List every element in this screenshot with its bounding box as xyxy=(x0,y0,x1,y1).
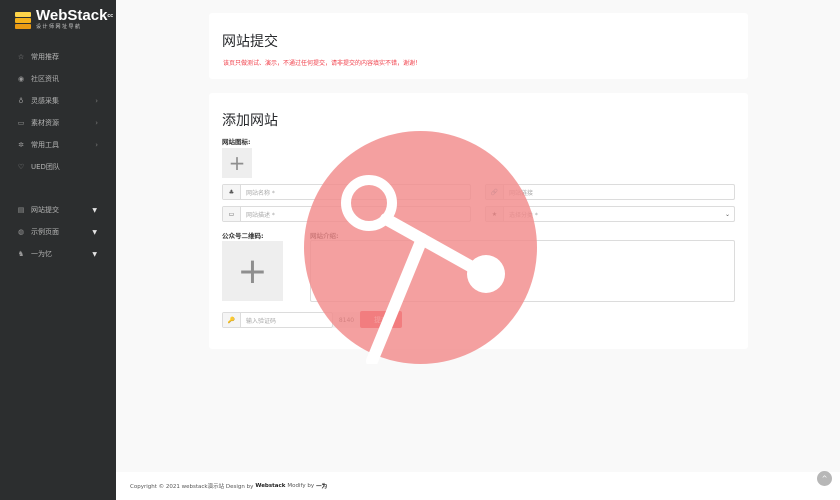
description-icon: ▭ xyxy=(223,207,241,221)
heart-icon: ♡ xyxy=(17,163,25,171)
chevron-down-icon: ⌄ xyxy=(724,210,730,218)
sidebar-item-ued[interactable]: ♡ UED团队 xyxy=(0,156,116,178)
form-title: 添加网站 xyxy=(222,113,278,129)
icon-upload-button[interactable]: + xyxy=(222,148,252,178)
design-by-link[interactable]: Webstack xyxy=(255,483,285,489)
sitemap-icon: ♣ xyxy=(223,185,241,199)
site-intro-textarea[interactable] xyxy=(310,240,735,302)
modify-by-link[interactable]: 一为 xyxy=(316,482,327,490)
sidebar-item-examples[interactable]: ◍ 示例页面 ▼ xyxy=(0,221,116,243)
site-url-input[interactable]: 🔗 网站链接 xyxy=(485,184,735,200)
qr-code-label: 公众号二维码: xyxy=(222,232,264,240)
sidebar-item-submit[interactable]: ▤ 网站提交 ▼ xyxy=(0,199,116,221)
broadcast-icon: ◉ xyxy=(17,75,25,83)
footer: Copyright © 2021 webstack演示站 Design by W… xyxy=(116,472,840,500)
sidebar-item-recommend[interactable]: ☆ 常用推荐 xyxy=(0,46,116,68)
caret-down-icon: ▼ xyxy=(92,228,97,236)
sidebar-item-resources[interactable]: ▭ 素材资源 › xyxy=(0,112,116,134)
add-site-form: 添加网站 网站图标: + ♣ 网站名称 * 🔗 网站链接 ▭ 网站描述 * ★ … xyxy=(209,93,748,349)
captcha-input[interactable]: 🔑 输入验证码 xyxy=(222,312,333,328)
notice-text: 该页只做测试、演示，不通过任何提交，请非提交的内容填实不错，谢谢！ xyxy=(223,60,422,67)
logo-subtitle: 设计师网址导航 xyxy=(36,24,82,31)
logo-stack-icon xyxy=(14,10,32,30)
qr-upload-button[interactable]: + xyxy=(222,241,283,301)
chevron-right-icon: › xyxy=(95,97,98,105)
site-name-input[interactable]: ♣ 网站名称 * xyxy=(222,184,471,200)
globe-icon: ◍ xyxy=(17,228,25,236)
go-top-button[interactable]: ^ xyxy=(817,471,832,486)
caret-down-icon: ▼ xyxy=(92,250,97,258)
logo[interactable]: WebStackcc 设计师网址导航 xyxy=(14,8,113,31)
plus-icon: + xyxy=(228,151,246,175)
plus-icon: + xyxy=(237,250,268,292)
lightbulb-icon: ♁ xyxy=(18,97,24,105)
category-select[interactable]: ★ 选择分类 * ⌄ xyxy=(485,206,735,222)
chevron-right-icon: › xyxy=(95,141,98,149)
star-icon: ★ xyxy=(486,207,504,221)
site-icon-label: 网站图标: xyxy=(222,138,251,146)
sidebar-item-yiwei[interactable]: ♞ 一为忆 ▼ xyxy=(0,243,116,265)
page-title: 网站提交 xyxy=(222,34,278,50)
folder-icon: ▭ xyxy=(17,119,25,127)
link-icon: 🔗 xyxy=(486,185,504,199)
sidebar-item-community[interactable]: ◉ 社区资讯 xyxy=(0,68,116,90)
sidebar-menu-secondary: ▤ 网站提交 ▼ ◍ 示例页面 ▼ ♞ 一为忆 ▼ xyxy=(0,199,116,265)
key-icon: 🔑 xyxy=(223,313,241,327)
monitor-icon: ▤ xyxy=(17,206,25,214)
sidebar-item-inspiration[interactable]: ♁ 灵感采集 › xyxy=(0,90,116,112)
logo-title: WebStackcc xyxy=(36,7,113,24)
chevron-right-icon: › xyxy=(95,119,98,127)
arrow-up-icon: ^ xyxy=(821,474,828,483)
user-icon: ♞ xyxy=(17,250,25,258)
site-intro-label: 网站介绍: xyxy=(310,232,339,240)
submit-button[interactable]: 提交 xyxy=(360,311,402,328)
sidebar: WebStackcc 设计师网址导航 ☆ 常用推荐 ◉ 社区资讯 ♁ 灵感采集 › ▭ 素… xyxy=(0,0,116,500)
star-icon: ☆ xyxy=(17,53,25,61)
site-description-input[interactable]: ▭ 网站描述 * xyxy=(222,206,471,222)
sidebar-menu: ☆ 常用推荐 ◉ 社区资讯 ♁ 灵感采集 › ▭ 素材资源 › ✲ 常用工具 › ♡ UED团队 xyxy=(0,46,116,178)
captcha-image[interactable]: 8140 xyxy=(333,312,360,328)
sidebar-item-tools[interactable]: ✲ 常用工具 › xyxy=(0,134,116,156)
gear-icon: ✲ xyxy=(18,141,24,149)
caret-down-icon: ▼ xyxy=(92,206,97,214)
submit-info-card: 网站提交 该页只做测试、演示，不通过任何提交，请非提交的内容填实不错，谢谢！ xyxy=(209,13,748,79)
